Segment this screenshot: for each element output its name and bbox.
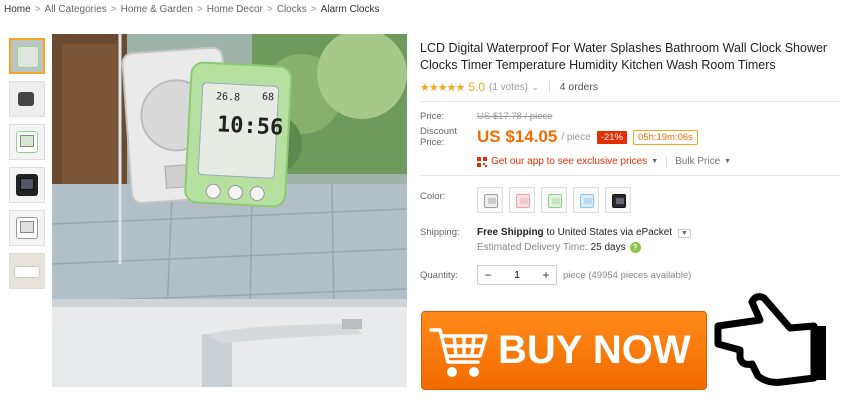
price-row: Price: US $17.78 / piece: [420, 111, 840, 122]
product-info: LCD Digital Waterproof For Water Splashe…: [420, 40, 840, 285]
color-row: Color:: [420, 187, 840, 213]
breadcrumb-separator: >: [110, 4, 117, 15]
color-swatch-green[interactable]: [541, 187, 567, 213]
main-product-image[interactable]: 26.8 68 10:56: [52, 34, 407, 387]
price-label: Price:: [420, 111, 445, 122]
color-swatches: [477, 187, 631, 213]
discount-price: US $14.05: [477, 127, 558, 146]
pointing-hand-icon: [714, 293, 826, 386]
discount-row: Discount Price: US $14.05 / piece -21% 0…: [420, 126, 840, 148]
divider: [420, 101, 840, 102]
shipping-row: Shipping: Free Shipping to United States…: [420, 227, 840, 238]
app-promo-link[interactable]: Get our app to see exclusive prices: [491, 156, 647, 167]
breadcrumb-separator: >: [310, 4, 317, 15]
thumbnail-6[interactable]: [9, 253, 45, 289]
shipping-label: Shipping:: [420, 227, 460, 238]
color-swatch-black[interactable]: [605, 187, 631, 213]
thumbnail-4[interactable]: [9, 167, 45, 203]
rating-stars[interactable]: ★★★★★: [420, 81, 465, 94]
delivery-estimate: Estimated Delivery Time: 25 days ?: [477, 242, 840, 253]
color-swatch-blue[interactable]: [573, 187, 599, 213]
help-icon[interactable]: ?: [629, 242, 641, 253]
thumbnail-1[interactable]: [9, 38, 45, 74]
breadcrumb: Home > All Categories > Home & Garden > Home D…: [4, 4, 380, 15]
caret-down-icon[interactable]: ▼: [651, 158, 658, 165]
breadcrumb-separator: >: [266, 4, 273, 15]
divider: [420, 175, 840, 176]
shipping-destination: to United States via ePacket: [546, 227, 673, 238]
clock-display-humidity: 68: [261, 91, 275, 104]
free-shipping-text: Free Shipping: [477, 227, 544, 238]
bulk-price-link[interactable]: Bulk Price: [666, 156, 720, 167]
discount-price-label: Discount Price:: [420, 126, 457, 148]
color-swatch-pink[interactable]: [509, 187, 535, 213]
per-piece-text: / piece: [561, 131, 591, 143]
buy-now-label: BUY NOW: [498, 328, 691, 372]
breadcrumb-separator: >: [34, 4, 41, 15]
qr-code-icon: [477, 156, 487, 167]
decrement-button[interactable]: −: [478, 268, 498, 282]
thumbnail-2[interactable]: [9, 81, 45, 117]
increment-button[interactable]: +: [536, 268, 556, 282]
breadcrumb-home-garden[interactable]: Home & Garden: [121, 4, 193, 15]
divider: [548, 81, 550, 93]
discount-badge: -21%: [596, 130, 627, 144]
order-count: 4 orders: [559, 81, 599, 93]
app-promo-row: Get our app to see exclusive prices ▼ Bu…: [477, 156, 840, 167]
clock-display-temp: 26.8: [215, 91, 241, 104]
vote-count[interactable]: (1 votes): [489, 82, 528, 93]
caret-down-icon[interactable]: ▼: [724, 158, 731, 165]
shipping-dropdown-icon[interactable]: ▼: [677, 229, 691, 238]
rating-value: 5.0: [468, 80, 485, 94]
thumbnail-list: [9, 38, 47, 296]
quantity-label: Quantity:: [420, 269, 459, 281]
product-title: LCD Digital Waterproof For Water Splashe…: [420, 41, 828, 72]
quantity-stepper: − +: [477, 265, 557, 285]
color-swatch-gray[interactable]: [477, 187, 503, 213]
breadcrumb-all-categories[interactable]: All Categories: [45, 4, 107, 15]
buy-now-button[interactable]: BUY NOW: [421, 311, 707, 390]
countdown-timer: 05h:19m:06s: [633, 129, 698, 145]
shopping-cart-icon: [429, 327, 488, 377]
chevron-down-icon[interactable]: ⌄: [532, 83, 539, 92]
delivery-days: 25 days: [590, 242, 626, 253]
breadcrumb-separator: >: [196, 4, 203, 15]
quantity-input[interactable]: [498, 269, 536, 281]
breadcrumb-alarm-clocks[interactable]: Alarm Clocks: [321, 4, 380, 15]
quantity-available: piece (49954 pieces available): [563, 269, 692, 281]
breadcrumb-home-decor[interactable]: Home Decor: [207, 4, 263, 15]
original-price: US $17.78 / piece: [477, 111, 553, 122]
breadcrumb-clocks[interactable]: Clocks: [277, 4, 307, 15]
product-photo-illustration: [52, 34, 407, 387]
delivery-label: Estimated Delivery Time:: [477, 242, 588, 253]
shipping-info: Free Shipping to United States via ePack…: [477, 227, 691, 238]
thumbnail-3[interactable]: [9, 124, 45, 160]
breadcrumb-home[interactable]: Home: [4, 4, 31, 15]
thumbnail-5[interactable]: [9, 210, 45, 246]
clock-display-time: 10:56: [216, 112, 284, 141]
rating-row: ★★★★★ 5.0 (1 votes) ⌄ 4 orders: [420, 79, 840, 95]
color-label: Color:: [420, 191, 446, 202]
